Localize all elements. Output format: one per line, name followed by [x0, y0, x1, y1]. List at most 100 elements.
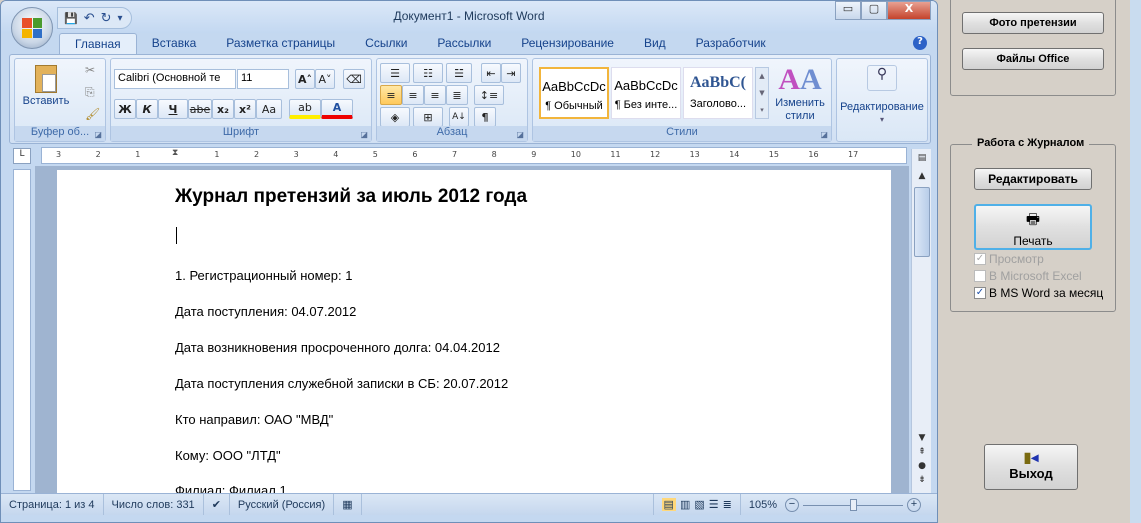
preview-checkbox[interactable]: ✓ Просмотр: [974, 252, 1044, 266]
numbering-button[interactable]: ☷: [413, 63, 443, 83]
copy-icon[interactable]: ⎘: [85, 85, 95, 100]
editing-group[interactable]: ⚲ Редактирование ▾: [836, 58, 928, 142]
tab-view[interactable]: Вид: [629, 33, 681, 55]
print-button[interactable]: 🖶 Печать: [974, 204, 1092, 250]
horizontal-ruler[interactable]: 3 2 1 1 2 3 4 5 6 7 8 9 10 11 12 13 14 15 16 17 ⧗: [41, 147, 907, 164]
next-page-icon[interactable]: ⇟: [914, 475, 930, 489]
scrollbar-thumb[interactable]: [914, 187, 930, 257]
page-count[interactable]: Страница: 1 из 4: [1, 494, 104, 515]
clear-formatting-button[interactable]: ⌫: [343, 69, 365, 89]
print-layout-icon[interactable]: ▤: [661, 498, 676, 511]
office-button[interactable]: [11, 7, 53, 49]
subscript-button[interactable]: x₂: [212, 99, 234, 119]
zoom-slider-thumb[interactable]: [849, 498, 857, 511]
paste-button[interactable]: Вставить: [21, 63, 71, 123]
office-files-button[interactable]: Файлы Office: [962, 48, 1104, 70]
minimize-button[interactable]: ▭: [835, 1, 861, 20]
tab-insert[interactable]: Вставка: [137, 33, 212, 55]
bold-button[interactable]: Ж: [114, 99, 136, 119]
font-size-combo[interactable]: 11: [237, 69, 289, 89]
tab-references[interactable]: Ссылки: [350, 33, 422, 55]
ruler-toggle-icon[interactable]: ▤: [914, 153, 930, 167]
vertical-scrollbar[interactable]: ▤ ▲ ▼ ⇞ ● ⇟: [911, 149, 931, 493]
underline-button[interactable]: Ч: [158, 99, 188, 119]
dialog-launcher-icon[interactable]: ◪: [516, 130, 524, 139]
align-right-button[interactable]: ≡: [424, 85, 446, 105]
scroll-up-icon[interactable]: ▲: [914, 171, 930, 185]
ruler-tick-label: 10: [570, 150, 581, 159]
decrease-indent-button[interactable]: ⇤: [481, 63, 501, 83]
strikethrough-button[interactable]: abe: [188, 99, 212, 119]
sort-button[interactable]: А↓: [449, 107, 469, 127]
browse-object-icon[interactable]: ●: [914, 461, 930, 475]
styles-scroll[interactable]: ▲ ▼ ▾: [755, 67, 769, 119]
undo-icon[interactable]: ↶: [84, 11, 95, 26]
format-painter-icon[interactable]: 🖌: [85, 107, 100, 121]
justify-button[interactable]: ≣: [446, 85, 468, 105]
tab-developer[interactable]: Разработчик: [681, 33, 781, 55]
zoom-out-icon[interactable]: −: [785, 497, 799, 512]
highlight-button[interactable]: ab: [289, 99, 321, 119]
dialog-launcher-icon[interactable]: ◪: [94, 130, 102, 139]
dialog-launcher-icon[interactable]: ◪: [360, 130, 368, 139]
excel-checkbox[interactable]: В Microsoft Excel: [974, 269, 1082, 283]
tab-selector-button[interactable]: L: [13, 148, 31, 164]
language[interactable]: Русский (Россия): [230, 494, 335, 515]
maximize-button[interactable]: ▢: [861, 1, 887, 20]
multilevel-list-button[interactable]: ☱: [446, 63, 472, 83]
align-center-button[interactable]: ≡: [402, 85, 424, 105]
show-formatting-button[interactable]: ¶: [474, 107, 496, 127]
change-styles-button[interactable]: AA Изменить стили: [771, 63, 829, 123]
increase-indent-button[interactable]: ⇥: [501, 63, 521, 83]
scroll-down-icon[interactable]: ▼: [914, 433, 930, 447]
macro-icon[interactable]: ▦: [334, 494, 362, 515]
style-no-spacing[interactable]: AaBbCcDc ¶ Без инте...: [611, 67, 681, 119]
exit-button[interactable]: ▮◂ Выход: [984, 444, 1078, 490]
tab-page-layout[interactable]: Разметка страницы: [211, 33, 350, 55]
document-page[interactable]: Журнал претензий за июль 2012 года 1. Ре…: [57, 170, 891, 500]
shrink-font-button[interactable]: A˅: [315, 69, 335, 89]
reading-layout-icon[interactable]: ▥: [680, 498, 690, 511]
align-left-button[interactable]: ≡: [380, 85, 402, 105]
outline-icon[interactable]: ☰: [709, 498, 719, 511]
font-name-combo[interactable]: Calibri (Основной те: [114, 69, 236, 89]
borders-button[interactable]: ⊞: [413, 107, 443, 127]
photo-claims-button[interactable]: Фото претензии: [962, 12, 1104, 34]
zoom-in-icon[interactable]: +: [907, 497, 921, 512]
tab-review[interactable]: Рецензирование: [506, 33, 629, 55]
previous-page-icon[interactable]: ⇞: [914, 447, 930, 461]
checkbox-label: В Microsoft Excel: [989, 269, 1082, 283]
close-button[interactable]: X: [887, 1, 931, 20]
shading-button[interactable]: ◈: [380, 107, 410, 127]
cut-icon[interactable]: ✂: [85, 63, 95, 77]
superscript-button[interactable]: x²: [234, 99, 256, 119]
tab-mailings[interactable]: Рассылки: [422, 33, 506, 55]
save-icon[interactable]: 💾: [64, 12, 78, 25]
indent-marker-icon[interactable]: ⧗: [172, 148, 178, 158]
redo-icon[interactable]: ↻: [101, 11, 112, 26]
customize-qat-icon[interactable]: ▾: [118, 13, 123, 24]
spellcheck-icon[interactable]: ✔: [204, 494, 230, 515]
ruler-tick-label: 7: [452, 150, 458, 159]
font-group-label: Шрифт: [111, 126, 371, 141]
style-heading[interactable]: AaBbC(Заголово...: [683, 67, 753, 119]
ruler-tick-label: 3: [56, 150, 62, 159]
vertical-ruler[interactable]: [13, 169, 31, 491]
zoom-level[interactable]: 105%: [741, 494, 785, 515]
word-monthly-checkbox[interactable]: ✓ В MS Word за месяц: [974, 286, 1103, 300]
line-spacing-button[interactable]: ↕≡: [474, 85, 504, 105]
tab-home[interactable]: Главная: [59, 33, 137, 55]
font-color-button[interactable]: A: [321, 99, 353, 119]
edit-button[interactable]: Редактировать: [974, 168, 1092, 190]
style-normal[interactable]: AaBbCcDc ¶ Обычный: [539, 67, 609, 119]
zoom-slider[interactable]: [803, 498, 903, 512]
help-icon[interactable]: ?: [913, 36, 927, 50]
word-count[interactable]: Число слов: 331: [104, 494, 204, 515]
change-case-button[interactable]: Aa: [256, 99, 282, 119]
bullets-button[interactable]: ☰: [380, 63, 410, 83]
italic-button[interactable]: К: [136, 99, 158, 119]
grow-font-button[interactable]: A˄: [295, 69, 315, 89]
web-layout-icon[interactable]: ▧: [694, 498, 704, 511]
dialog-launcher-icon[interactable]: ◪: [820, 130, 828, 139]
draft-icon[interactable]: ≣: [723, 498, 732, 511]
